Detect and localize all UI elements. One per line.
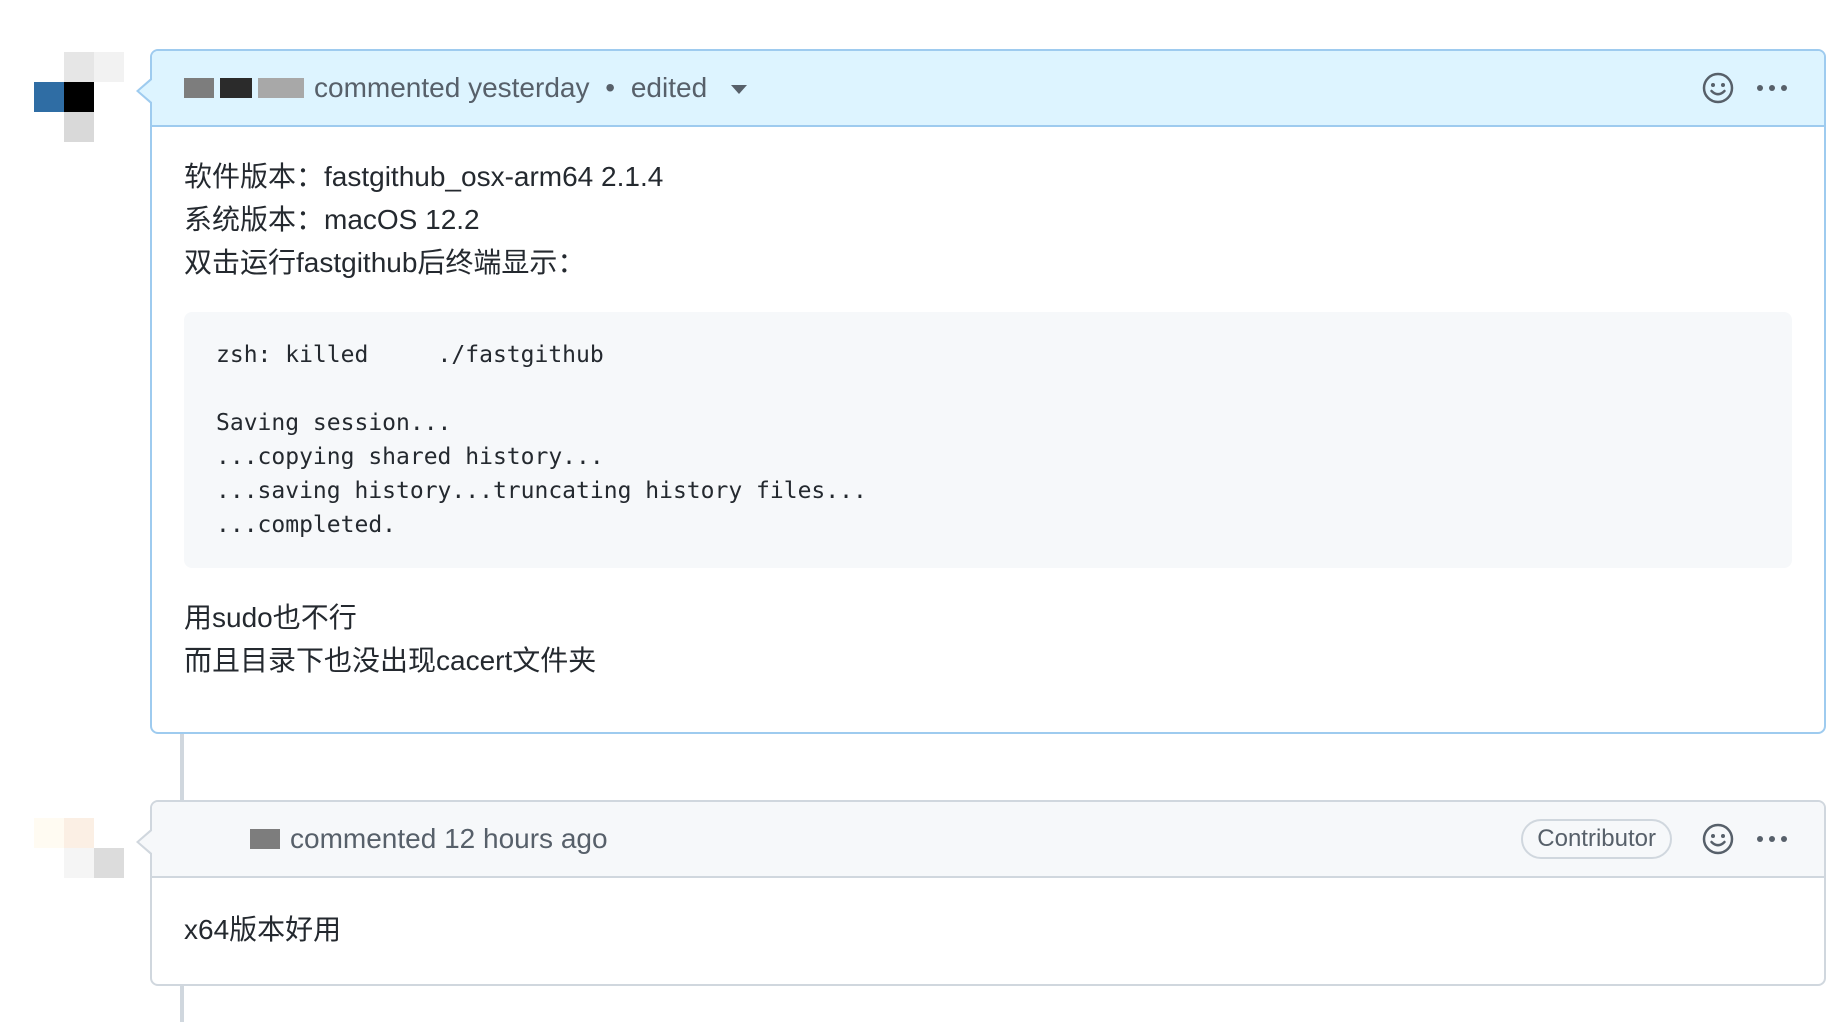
comment-header: commented yesterday • edited <box>152 51 1824 127</box>
comment-meta: commented 12 hours ago <box>290 823 608 855</box>
author-name-redacted[interactable] <box>184 78 304 98</box>
comment-action: commented <box>290 823 437 854</box>
meta-separator: • <box>605 72 616 103</box>
avatar[interactable] <box>34 52 128 146</box>
comment-action: commented <box>314 72 461 103</box>
code-line: zsh: killed ./fastgithub <box>216 342 604 368</box>
code-line: ...completed. <box>216 512 397 538</box>
comment-header: commented 12 hours ago Contributor <box>152 802 1824 878</box>
edited-label[interactable]: edited <box>631 72 707 103</box>
avatar[interactable] <box>34 818 128 882</box>
comment-body: 软件版本：fastgithub_osx-arm64 2.1.4 系统版本：mac… <box>152 127 1824 682</box>
contributor-badge: Contributor <box>1521 819 1672 859</box>
body-line: 双击运行fastgithub后终端显示： <box>184 247 586 278</box>
comment-actions <box>1698 68 1792 108</box>
body-line: 而且目录下也没出现cacert文件夹 <box>184 645 597 676</box>
comment-timestamp[interactable]: yesterday <box>468 72 589 103</box>
comment-meta: commented yesterday • edited <box>314 72 747 104</box>
comment-actions: Contributor <box>1521 819 1792 859</box>
comment-timestamp[interactable]: 12 hours ago <box>444 823 607 854</box>
body-line: 系统版本：macOS 12.2 <box>184 204 480 235</box>
chevron-down-icon[interactable] <box>730 85 747 95</box>
code-line: Saving session... <box>216 410 452 436</box>
code-line: ...saving history...truncating history f… <box>216 478 867 504</box>
timeline-connector <box>180 734 184 800</box>
smiley-icon[interactable] <box>1698 68 1738 108</box>
body-line: 软件版本：fastgithub_osx-arm64 2.1.4 <box>184 161 664 192</box>
code-line: ...copying shared history... <box>216 444 604 470</box>
timeline-connector <box>180 986 184 1022</box>
comment: commented yesterday • edited 软件版本：fastgi… <box>136 49 1826 734</box>
author-name-redacted[interactable] <box>250 829 280 849</box>
body-line: 用sudo也不行 <box>184 602 357 633</box>
kebab-horizontal-icon[interactable] <box>1752 68 1792 108</box>
comment-body: x64版本好用 <box>152 878 1824 951</box>
issue-timeline: commented yesterday • edited 软件版本：fastgi… <box>0 0 1846 1022</box>
body-line: x64版本好用 <box>184 914 342 945</box>
smiley-icon[interactable] <box>1698 819 1738 859</box>
code-block: zsh: killed ./fastgithub Saving session..… <box>184 312 1792 568</box>
comment: commented 12 hours ago Contributor x64版本… <box>136 800 1826 986</box>
kebab-horizontal-icon[interactable] <box>1752 819 1792 859</box>
